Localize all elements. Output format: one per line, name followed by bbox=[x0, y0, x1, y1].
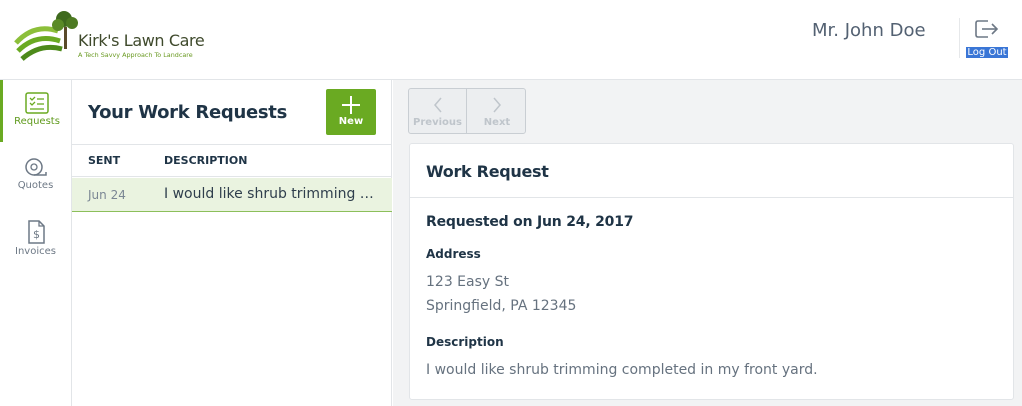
logout-icon bbox=[975, 20, 999, 38]
next-label: Next bbox=[483, 117, 511, 128]
app-header: Kirk's Lawn Care A Tech Savvy Approach T… bbox=[0, 0, 1022, 80]
nav-label-requests: Requests bbox=[14, 116, 60, 127]
description-label: Description bbox=[426, 335, 504, 349]
row-description: I would like shrub trimming completed in… bbox=[164, 186, 380, 202]
invoice-dollar-icon: $ bbox=[27, 220, 45, 244]
description-text: I would like shrub trimming completed in… bbox=[426, 362, 818, 378]
column-header-sent[interactable]: SENT bbox=[88, 154, 120, 167]
nav-label-quotes: Quotes bbox=[17, 180, 54, 191]
address-line2: Springfield, PA 12345 bbox=[426, 298, 577, 314]
logout-button[interactable]: Log Out bbox=[966, 18, 1008, 58]
address-label: Address bbox=[426, 247, 481, 261]
next-button[interactable]: Next bbox=[468, 89, 526, 133]
new-request-button[interactable]: New bbox=[326, 89, 376, 135]
column-header-description[interactable]: DESCRIPTION bbox=[164, 154, 247, 167]
new-button-label: New bbox=[338, 116, 364, 127]
table-row[interactable]: Jun 24 I would like shrub trimming compl… bbox=[72, 178, 392, 212]
header-divider bbox=[959, 18, 960, 58]
work-request-card: Work Request Requested on Jun 24, 2017 A… bbox=[409, 143, 1014, 400]
brand-logo[interactable]: Kirk's Lawn Care A Tech Savvy Approach T… bbox=[14, 9, 205, 69]
logout-label: Log Out bbox=[966, 47, 1008, 58]
list-title: Your Work Requests bbox=[88, 102, 288, 123]
side-nav: Requests Quotes $ Invoices bbox=[0, 80, 72, 406]
brand-tagline: A Tech Savvy Approach To Landcare bbox=[78, 51, 193, 59]
tape-measure-icon bbox=[24, 158, 47, 176]
work-requests-panel: Your Work Requests New SENT DESCRIPTION … bbox=[72, 80, 392, 406]
detail-area: Previous Next Work Request Requested on … bbox=[393, 80, 1022, 406]
chevron-right-icon bbox=[493, 97, 501, 113]
card-title: Work Request bbox=[426, 162, 549, 181]
svg-text:$: $ bbox=[33, 228, 40, 241]
lawn-tree-logo-icon bbox=[14, 11, 78, 61]
brand-name: Kirk's Lawn Care bbox=[78, 31, 205, 50]
address-line1: 123 Easy St bbox=[426, 274, 510, 290]
plus-icon bbox=[342, 96, 360, 114]
chevron-left-icon bbox=[433, 97, 442, 113]
user-name[interactable]: Mr. John Doe bbox=[812, 20, 926, 41]
checklist-icon bbox=[25, 92, 49, 114]
previous-label: Previous bbox=[413, 117, 462, 128]
row-sent-date: Jun 24 bbox=[88, 188, 126, 202]
nav-item-invoices[interactable]: $ Invoices bbox=[0, 208, 71, 270]
previous-button[interactable]: Previous bbox=[409, 89, 467, 133]
requested-on: Requested on Jun 24, 2017 bbox=[426, 214, 634, 230]
nav-label-invoices: Invoices bbox=[15, 246, 56, 257]
pager: Previous Next bbox=[408, 88, 526, 134]
nav-item-requests[interactable]: Requests bbox=[0, 80, 71, 142]
table-header: SENT DESCRIPTION bbox=[72, 144, 392, 177]
nav-item-quotes[interactable]: Quotes bbox=[0, 144, 71, 206]
card-divider bbox=[410, 197, 1013, 198]
